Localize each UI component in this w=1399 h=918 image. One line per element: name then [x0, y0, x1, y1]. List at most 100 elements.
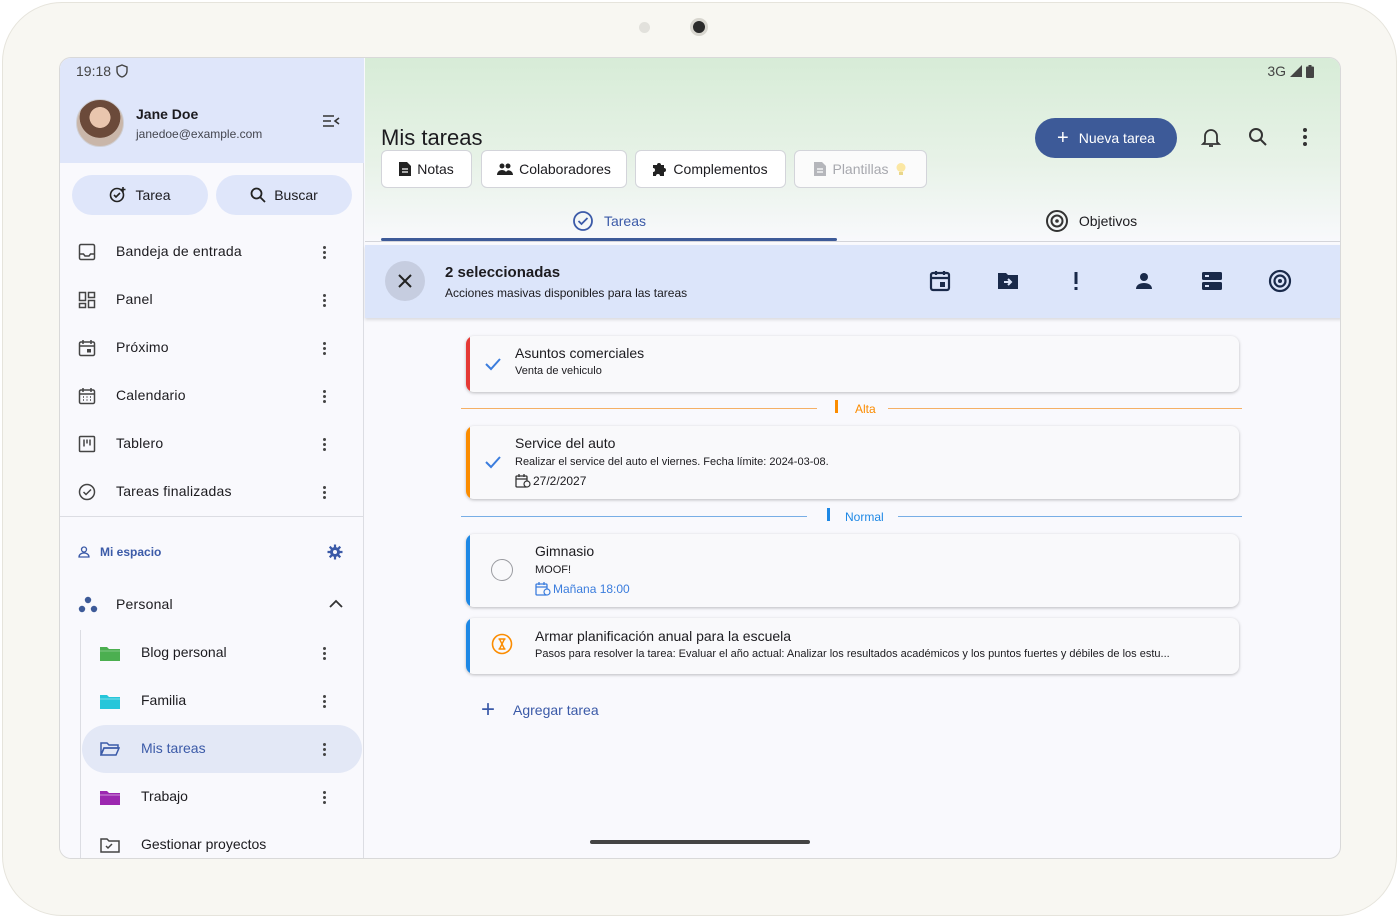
bulb-icon	[896, 163, 906, 175]
task-card[interactable]: Service del auto Realizar el service del…	[466, 426, 1239, 499]
my-space-row[interactable]: Mi espacio	[60, 536, 364, 568]
task-card[interactable]: Asuntos comerciales Venta de vehiculo	[466, 336, 1239, 392]
avatar[interactable]	[76, 99, 124, 147]
bell-icon[interactable]	[1200, 126, 1222, 148]
tab-goals[interactable]: Objetivos	[855, 200, 1327, 242]
due-date-text: Mañana 18:00	[553, 582, 630, 596]
collapse-menu-icon[interactable]	[322, 114, 340, 128]
nav-item-panel[interactable]: Panel	[60, 276, 364, 324]
priority-icon[interactable]	[1064, 269, 1088, 293]
nav-item-finished[interactable]: Tareas finalizadas	[60, 468, 364, 516]
home-indicator	[590, 840, 810, 844]
hourglass-icon[interactable]	[491, 633, 513, 655]
project-blog[interactable]: Blog personal	[82, 629, 362, 677]
selection-bar: 2 seleccionadas Acciones masivas disponi…	[365, 245, 1340, 318]
more-icon[interactable]	[316, 242, 332, 262]
priority-bar	[466, 336, 470, 392]
people-icon	[497, 163, 514, 175]
folder-open-icon	[100, 742, 120, 756]
clear-selection-button[interactable]	[385, 261, 425, 301]
nav-label: Tablero	[116, 435, 164, 451]
priority-bar	[466, 534, 470, 607]
task-due-date: Mañana 18:00	[535, 582, 630, 596]
task-title: Gimnasio	[535, 543, 595, 559]
task-card[interactable]: Armar planificación anual para la escuel…	[466, 618, 1239, 674]
more-icon[interactable]	[316, 338, 332, 358]
task-title: Armar planificación anual para la escuel…	[535, 628, 792, 644]
more-icon[interactable]	[316, 739, 332, 759]
separator-line	[461, 408, 817, 409]
priority-bar	[466, 618, 470, 674]
nav-label: Tareas finalizadas	[116, 483, 232, 499]
separator-line	[461, 516, 807, 517]
tab-tasks[interactable]: Tareas	[381, 200, 837, 242]
move-to-folder-icon[interactable]	[996, 269, 1020, 293]
check-icon[interactable]	[484, 453, 502, 471]
chip-label: Complementos	[673, 161, 768, 177]
selection-count: 2 seleccionadas	[445, 264, 561, 281]
puzzle-icon	[653, 163, 667, 176]
chevron-up-icon[interactable]	[329, 599, 343, 609]
chip-templates[interactable]: Plantillas	[794, 150, 927, 188]
new-task-label: Nueva tarea	[1078, 130, 1155, 146]
task-description: Venta de vehiculo	[515, 365, 602, 377]
calendar-event-icon[interactable]	[928, 269, 952, 293]
nav-item-calendar[interactable]: Calendario	[60, 372, 364, 420]
user-email: janedoe@example.com	[136, 127, 263, 141]
check-icon[interactable]	[484, 355, 502, 373]
more-icon[interactable]	[316, 290, 332, 310]
plus-icon: +	[481, 696, 496, 723]
new-task-button[interactable]: + Nueva tarea	[1035, 118, 1177, 158]
search-button[interactable]: Buscar	[216, 175, 352, 215]
separator-line	[898, 516, 1242, 517]
board-icon	[78, 435, 96, 453]
close-icon	[398, 274, 412, 288]
more-icon[interactable]	[316, 386, 332, 406]
camera	[690, 18, 708, 36]
manage-projects[interactable]: Gestionar proyectos	[82, 821, 362, 858]
more-icon[interactable]	[316, 482, 332, 502]
project-label: Familia	[141, 692, 187, 708]
project-family[interactable]: Familia	[82, 677, 362, 725]
nav-label: Panel	[116, 291, 153, 307]
target-icon[interactable]	[1268, 269, 1292, 293]
section-label: Normal	[845, 510, 884, 524]
check-circle-icon	[573, 211, 593, 231]
folder-icon	[100, 647, 120, 661]
project-work[interactable]: Trabajo	[82, 773, 362, 821]
overflow-menu-icon[interactable]	[1294, 126, 1316, 148]
storage-icon[interactable]	[1200, 269, 1224, 293]
page-title: Mis tareas	[381, 125, 483, 150]
search-icon[interactable]	[1247, 126, 1269, 148]
inbox-icon	[78, 243, 96, 261]
add-task-row[interactable]: + Agregar tarea	[481, 696, 599, 723]
dashboard-icon	[78, 291, 96, 309]
my-space-label: Mi espacio	[100, 545, 162, 559]
nav-item-inbox[interactable]: Bandeja de entrada	[60, 228, 364, 276]
chip-addons[interactable]: Complementos	[635, 150, 786, 188]
project-my-tasks[interactable]: Mis tareas	[82, 725, 362, 773]
priority-bar	[466, 426, 470, 499]
gear-icon[interactable]	[327, 544, 343, 560]
nav-item-board[interactable]: Tablero	[60, 420, 364, 468]
nav-item-upcoming[interactable]: Próximo	[60, 324, 364, 372]
chip-label: Plantillas	[832, 161, 889, 177]
task-card[interactable]: Gimnasio MOOF! Mañana 18:00	[466, 534, 1239, 607]
more-icon[interactable]	[316, 691, 332, 711]
upcoming-icon	[78, 340, 96, 357]
more-icon[interactable]	[316, 434, 332, 454]
person-icon	[78, 546, 90, 558]
add-task-button[interactable]: Tarea	[72, 175, 208, 215]
more-icon[interactable]	[316, 643, 332, 663]
section-label: Alta	[855, 402, 876, 416]
checkbox-circle[interactable]	[491, 559, 513, 581]
more-icon[interactable]	[316, 787, 332, 807]
task-description: Pasos para resolver la tarea: Evaluar el…	[535, 648, 1170, 660]
chip-notes[interactable]: Notas	[381, 150, 472, 188]
group-personal[interactable]: Personal	[60, 581, 364, 629]
sidebar-header: 19:18 Jane Doe janedoe@example.com	[60, 58, 364, 163]
folder-icon	[100, 695, 120, 709]
search-label: Buscar	[274, 187, 318, 203]
chip-collaborators[interactable]: Colaboradores	[481, 150, 627, 188]
assign-user-icon[interactable]	[1132, 269, 1156, 293]
